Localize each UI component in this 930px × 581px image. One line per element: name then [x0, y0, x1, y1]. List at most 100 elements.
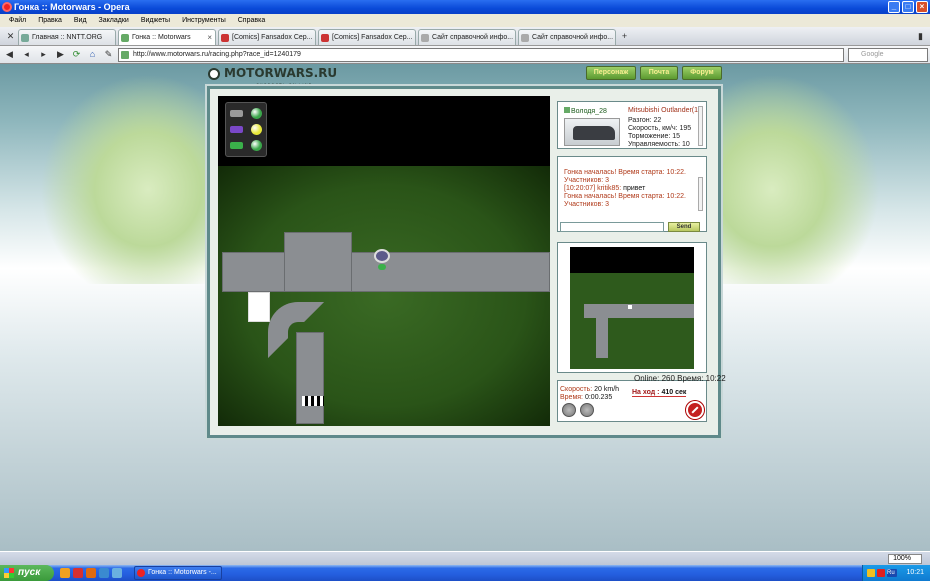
- car-stat-acceleration: Разгон: 22: [628, 117, 662, 124]
- tab-bar: ✕ Главная :: NNTT.ORG Гонка :: Motorwars…: [0, 27, 930, 46]
- reload-icon[interactable]: ⟳: [70, 48, 83, 61]
- favicon-icon: [221, 34, 229, 42]
- wheel-icon: [208, 68, 220, 80]
- turn-timer: На ход : 410 сек: [632, 389, 687, 397]
- trash-icon[interactable]: ▮: [914, 30, 927, 43]
- back-icon[interactable]: ◀: [3, 48, 16, 61]
- close-button[interactable]: ×: [916, 1, 928, 13]
- menu-tools[interactable]: Инструменты: [177, 14, 231, 27]
- quicklaunch-icon[interactable]: [86, 568, 96, 578]
- finish-line: [302, 396, 324, 406]
- chat-scrollbar[interactable]: [698, 177, 703, 211]
- tab-comics-2[interactable]: [Comics] Fansadox Сер...: [318, 29, 416, 45]
- favicon-icon: [121, 34, 129, 42]
- quicklaunch-icon[interactable]: [99, 568, 109, 578]
- menu-help[interactable]: Справка: [233, 14, 270, 27]
- race-status-panel: Скорость: 20 km/h Время: 0:00.235 На ход…: [557, 380, 707, 422]
- window-titlebar: Гонка :: Motorwars - Opera _ □ ×: [0, 0, 930, 14]
- favicon-icon: [521, 34, 529, 42]
- racer-car-icon: [230, 142, 243, 149]
- quicklaunch-icon[interactable]: [73, 568, 83, 578]
- fast-forward-icon[interactable]: ▶: [54, 48, 67, 61]
- start-button[interactable]: пуск: [0, 565, 54, 581]
- tab-nntt[interactable]: Главная :: NNTT.ORG: [18, 29, 116, 45]
- chat-message: Гонка началась! Время старта: 10:22.: [564, 169, 686, 176]
- nav-forum-button[interactable]: Форум: [682, 66, 722, 80]
- new-tab-icon[interactable]: +: [618, 30, 631, 43]
- menu-edit[interactable]: Правка: [33, 14, 67, 27]
- forward-icon[interactable]: ▸: [37, 48, 50, 61]
- chat-input[interactable]: [560, 222, 664, 232]
- nav-character-button[interactable]: Персонаж: [586, 66, 636, 80]
- home-icon[interactable]: ⌂: [86, 48, 99, 61]
- decor-leaves-right: [700, 74, 880, 284]
- brake-button[interactable]: [580, 403, 594, 417]
- race-track[interactable]: [218, 96, 550, 426]
- tab-reference-2[interactable]: Сайт справочной инфо...: [518, 29, 616, 45]
- road-descent: [296, 332, 324, 424]
- racer-car-icon: [230, 126, 243, 133]
- favicon-icon: [21, 34, 29, 42]
- minimap: [570, 247, 694, 369]
- menu-view[interactable]: Вид: [69, 14, 92, 27]
- url-input[interactable]: http://www.motorwars.ru/racing.php?race_…: [118, 48, 844, 62]
- online-counter: Online: 260 Время: 10:22: [634, 374, 726, 383]
- chat-panel: Гонка началась! Время старта: 10:22. Уча…: [557, 156, 707, 232]
- minimize-button[interactable]: _: [888, 1, 900, 13]
- zoom-select[interactable]: 100%: [888, 554, 922, 564]
- minimap-road: [596, 318, 608, 358]
- site-logo[interactable]: MOTORWARS.RU СКОРОСТЬ ON-LINE: [206, 66, 337, 88]
- status-strip: 100%: [0, 551, 930, 565]
- start-lamp: [251, 108, 262, 119]
- quit-race-button[interactable]: [686, 401, 704, 419]
- car-body: [573, 126, 615, 140]
- racer-light-row: [230, 139, 264, 153]
- player-info-panel: Володя_28 Mitsubishi Outlander(1 Разгон:…: [557, 101, 707, 149]
- tab-comics-1[interactable]: [Comics] Fansadox Сер...: [218, 29, 316, 45]
- edit-icon[interactable]: ✎: [102, 48, 115, 61]
- system-tray: Ru 10:21: [862, 565, 930, 581]
- tab-reference-1[interactable]: Сайт справочной инфо...: [418, 29, 516, 45]
- chat-message: [10:20:07] kritik85: привет: [564, 185, 646, 192]
- car-image: [564, 118, 620, 146]
- opera-icon: [137, 569, 145, 577]
- rewind-icon[interactable]: ◂: [20, 48, 33, 61]
- car-stat-handling: Управляемость: 10: [628, 141, 690, 148]
- tab-motorwars[interactable]: Гонка :: Motorwars ×: [118, 29, 216, 45]
- tools-icon[interactable]: ✕: [4, 30, 17, 43]
- menu-widgets[interactable]: Виджеты: [136, 14, 175, 27]
- quicklaunch-icon[interactable]: [112, 568, 122, 578]
- tray-icon[interactable]: [877, 569, 885, 577]
- decor-leaves-left: [40, 74, 220, 284]
- tray-icon[interactable]: [867, 569, 875, 577]
- menu-file[interactable]: Файл: [4, 14, 31, 27]
- maximize-button[interactable]: □: [902, 1, 914, 13]
- accelerate-button[interactable]: [562, 403, 576, 417]
- car-stat-braking: Торможение: 15: [628, 133, 681, 140]
- start-lights-panel: [225, 102, 267, 157]
- favicon-icon: [321, 34, 329, 42]
- racer-light-row: [230, 123, 264, 137]
- chat-message: Участников: 3: [564, 177, 610, 184]
- car-stat-speed: Скорость, км/ч: 195: [628, 125, 692, 132]
- racer-light-row: [230, 107, 264, 121]
- menu-bar: Файл Правка Вид Закладки Виджеты Инструм…: [0, 14, 930, 27]
- favicon-icon: [421, 34, 429, 42]
- address-bar: ◀ ◂ ▸ ▶ ⟳ ⌂ ✎ http://www.motorwars.ru/ra…: [0, 46, 930, 64]
- chat-message: Участников: 3: [564, 201, 610, 208]
- search-input[interactable]: Google: [848, 48, 928, 62]
- tab-close-icon[interactable]: ×: [207, 30, 212, 45]
- taskbar-window-button[interactable]: Гонка :: Motorwars -...: [134, 566, 222, 580]
- chat-message: Гонка началась! Время старта: 10:22.: [564, 193, 686, 200]
- opera-icon: [2, 2, 12, 12]
- player-name[interactable]: Володя_28: [564, 107, 607, 115]
- nav-mail-button[interactable]: Почта: [640, 66, 678, 80]
- racer-car-icon: [230, 110, 243, 117]
- menu-bookmarks[interactable]: Закладки: [94, 14, 134, 27]
- send-button[interactable]: Send: [668, 222, 700, 232]
- quicklaunch-icon[interactable]: [60, 568, 70, 578]
- road-plaza: [284, 232, 352, 292]
- windows-icon: [4, 568, 14, 578]
- language-indicator[interactable]: Ru: [887, 569, 897, 577]
- info-scrollbar[interactable]: [698, 106, 703, 146]
